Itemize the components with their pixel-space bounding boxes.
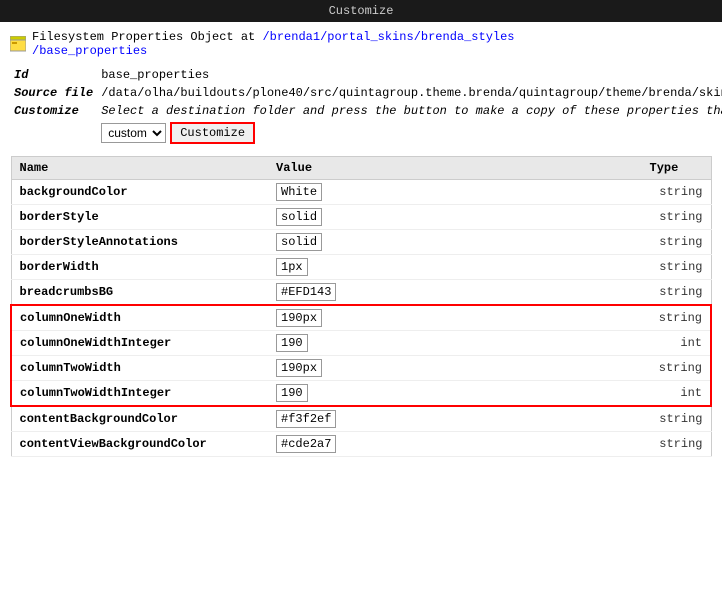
- meta-source-value: /data/olha/buildouts/plone40/src/quintag…: [97, 84, 722, 102]
- path-part1-link[interactable]: /brenda1: [262, 30, 320, 44]
- table-body: backgroundColor White string borderStyle sol…: [11, 180, 711, 457]
- meta-customize-label: Customize: [10, 102, 97, 146]
- meta-source-row: Source file /data/olha/buildouts/plone40…: [10, 84, 722, 102]
- cell-value: 190px: [268, 305, 641, 331]
- cell-name: borderStyleAnnotations: [11, 230, 268, 255]
- table-row: breadcrumbsBG #EFD143 string: [11, 280, 711, 306]
- path-part2-link[interactable]: /portal_skins: [320, 30, 414, 44]
- cell-value: solid: [268, 205, 641, 230]
- table-header: Name Value Type: [11, 157, 711, 180]
- title-bar: Customize: [0, 0, 722, 22]
- cell-type: int: [642, 381, 712, 407]
- meta-customize-row: Customize Select a destination folder an…: [10, 102, 722, 146]
- cell-name: borderWidth: [11, 255, 268, 280]
- table-row: contentBackgroundColor #f3f2ef string: [11, 406, 711, 432]
- path-part4-link[interactable]: /base_properties: [32, 44, 147, 58]
- meta-customize-content: Select a destination folder and press th…: [97, 102, 722, 146]
- col-header-value: Value: [268, 157, 641, 180]
- path-part3-link[interactable]: /brenda_styles: [414, 30, 515, 44]
- cell-type: string: [642, 255, 712, 280]
- meta-id-row: Id base_properties: [10, 66, 722, 84]
- cell-value: 1px: [268, 255, 641, 280]
- destination-select[interactable]: custom: [101, 123, 166, 143]
- fs-title: Filesystem Properties Object at /brenda1…: [32, 30, 515, 58]
- value-box: 190px: [276, 309, 322, 327]
- value-box: 190: [276, 334, 308, 352]
- table-row: backgroundColor White string: [11, 180, 711, 205]
- value-box: 1px: [276, 258, 308, 276]
- cell-value: 190: [268, 381, 641, 407]
- value-box: 190: [276, 384, 308, 402]
- customize-controls: custom Customize: [101, 122, 722, 144]
- cell-value: solid: [268, 230, 641, 255]
- value-box: solid: [276, 233, 322, 251]
- cell-value: White: [268, 180, 641, 205]
- cell-name: backgroundColor: [11, 180, 268, 205]
- table-header-row: Name Value Type: [11, 157, 711, 180]
- cell-value: #f3f2ef: [268, 406, 641, 432]
- table-row: columnTwoWidth 190px string: [11, 356, 711, 381]
- cell-name: contentViewBackgroundColor: [11, 432, 268, 457]
- cell-value: 190px: [268, 356, 641, 381]
- cell-type: string: [642, 280, 712, 306]
- table-row: borderWidth 1px string: [11, 255, 711, 280]
- col-header-type: Type: [642, 157, 712, 180]
- filesystem-icon: [10, 36, 26, 52]
- content-area: Filesystem Properties Object at /brenda1…: [0, 22, 722, 465]
- table-row: columnOneWidthInteger 190 int: [11, 331, 711, 356]
- meta-id-label: Id: [10, 66, 97, 84]
- value-box: solid: [276, 208, 322, 226]
- meta-source-label: Source file: [10, 84, 97, 102]
- table-row: columnTwoWidthInteger 190 int: [11, 381, 711, 407]
- cell-name: columnTwoWidth: [11, 356, 268, 381]
- cell-value: #EFD143: [268, 280, 641, 306]
- value-box: 190px: [276, 359, 322, 377]
- title-label: Customize: [329, 4, 394, 18]
- cell-name: borderStyle: [11, 205, 268, 230]
- value-box: #f3f2ef: [276, 410, 336, 428]
- value-box: #cde2a7: [276, 435, 336, 453]
- cell-type: string: [642, 205, 712, 230]
- meta-table: Id base_properties Source file /data/olh…: [10, 66, 722, 146]
- cell-name: contentBackgroundColor: [11, 406, 268, 432]
- cell-value: 190: [268, 331, 641, 356]
- meta-id-value: base_properties: [97, 66, 722, 84]
- cell-type: int: [642, 331, 712, 356]
- cell-type: string: [642, 180, 712, 205]
- customize-description: Select a destination folder and press th…: [101, 104, 722, 118]
- page-header: Filesystem Properties Object at /brenda1…: [10, 30, 712, 58]
- cell-type: string: [642, 356, 712, 381]
- cell-type: string: [642, 305, 712, 331]
- table-row: columnOneWidth 190px string: [11, 305, 711, 331]
- cell-type: string: [642, 406, 712, 432]
- cell-name: columnOneWidth: [11, 305, 268, 331]
- cell-name: breadcrumbsBG: [11, 280, 268, 306]
- cell-type: string: [642, 230, 712, 255]
- table-row: contentViewBackgroundColor #cde2a7 string: [11, 432, 711, 457]
- customize-button[interactable]: Customize: [170, 122, 255, 144]
- col-header-name: Name: [11, 157, 268, 180]
- properties-table: Name Value Type backgroundColor White stri…: [10, 156, 712, 457]
- value-box: #EFD143: [276, 283, 336, 301]
- table-row: borderStyle solid string: [11, 205, 711, 230]
- cell-type: string: [642, 432, 712, 457]
- cell-name: columnOneWidthInteger: [11, 331, 268, 356]
- table-row: borderStyleAnnotations solid string: [11, 230, 711, 255]
- cell-name: columnTwoWidthInteger: [11, 381, 268, 407]
- cell-value: #cde2a7: [268, 432, 641, 457]
- value-box: White: [276, 183, 322, 201]
